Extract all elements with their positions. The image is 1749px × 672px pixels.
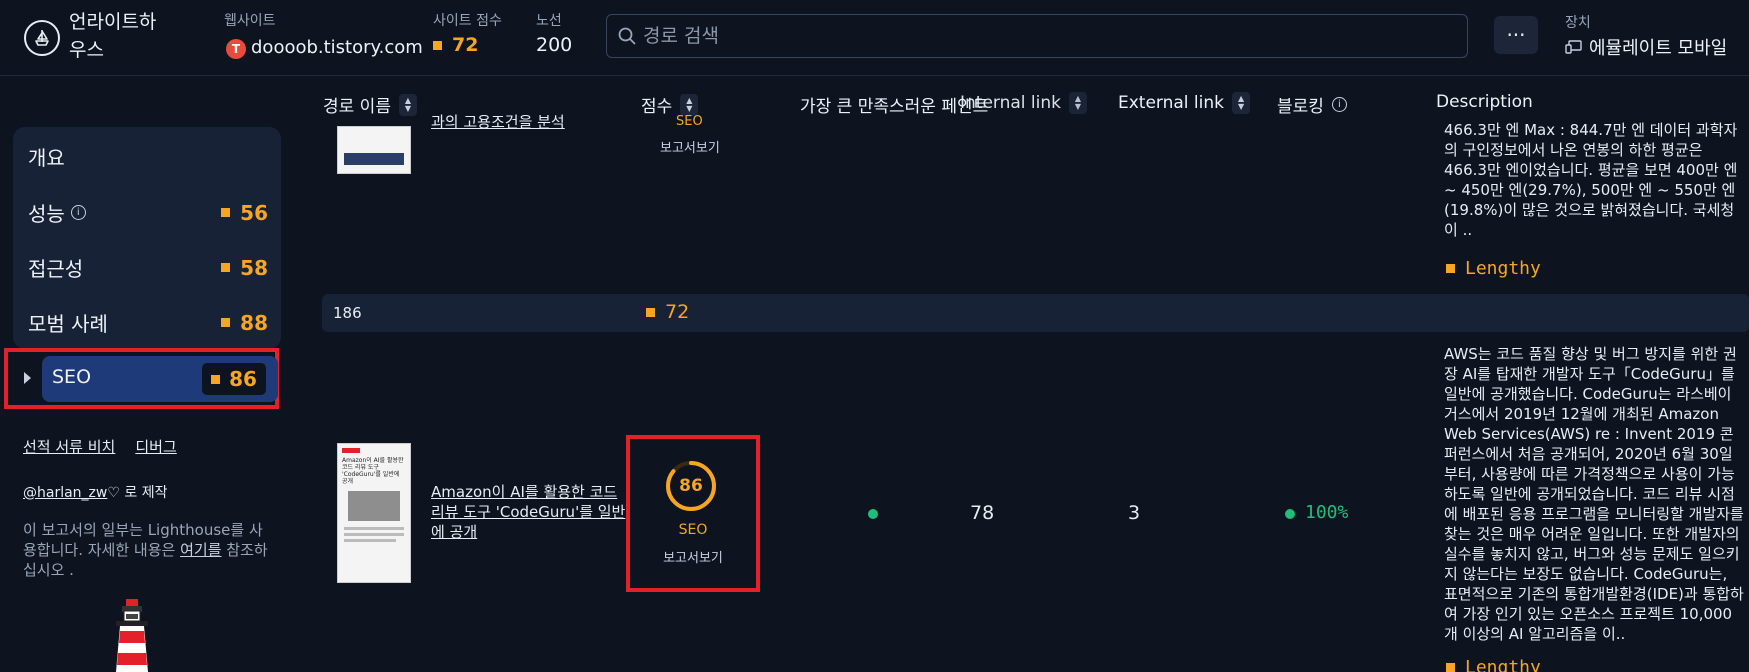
highlight-seo-score [626,435,760,592]
sidebar-item-overview[interactable]: 개요 [28,142,65,171]
row-title-link[interactable]: Amazon이 AI를 활용한 코드 리뷰 도구 'CodeGuru'를 일반에… [431,482,631,542]
seo-score-badge: 86 [202,363,266,395]
site-score-value: 72 [452,34,479,56]
lighthouse-note: 이 보고서의 일부는 Lighthouse를 사용합니다. 자세한 내용은 여기… [23,520,268,580]
caret-right-icon[interactable] [24,372,31,384]
row-description: 466.3만 엔 Max : 844.7만 엔 데이터 과학자의 구인정보에서 … [1444,121,1738,239]
lighthouse-illustration-icon [116,599,148,672]
sidebar-item-best-practices[interactable]: 모범 사례 88 [28,308,268,337]
column-header-label: Internal link [960,93,1061,113]
top-bar: 언라이트하 우스 웹사이트 T doooob.tistory.com 사이트 점… [0,0,1749,76]
routes-label: 노선 [536,13,562,29]
row-score-label: SEO [676,114,703,129]
row-thumbnail[interactable] [337,126,411,174]
device-selector[interactable]: 에뮬레이트 모바일 [1565,34,1727,60]
column-header-label: 점수 [641,97,673,117]
sidebar-item-seo[interactable]: SEO 86 [42,356,278,402]
app-title-line2: 우스 [69,39,104,61]
report-link[interactable]: 보고서보기 [626,547,760,566]
thumbnail-heading: Amazon이 AI를 활용한 코드 리뷰 도구 'CodeGuru'를 일반에… [342,457,404,485]
row-score-label: SEO [678,522,708,538]
score-square-icon [433,40,442,50]
group-count: 186 [333,304,362,322]
link-debug[interactable]: 디버그 [135,436,176,457]
sort-icon[interactable]: ▲ ▼ [1069,92,1087,114]
sidebar-item-accessibility[interactable]: 접근성 58 [28,253,268,282]
sidebar-item-label: 성능 [28,202,65,226]
seo-score-value: 86 [679,476,703,496]
sidebar-item-label: 모범 사례 [28,312,108,336]
column-header-label: External link [1118,93,1225,113]
column-header-internal-link[interactable]: Internal link ▲ ▼ [960,92,1087,114]
sort-icon[interactable]: ▲ ▼ [1232,92,1251,114]
lcp-status-dot [868,509,878,519]
description-badge: Lengthy [1446,258,1541,279]
lighthouse-logo-icon[interactable] [24,20,60,56]
more-button[interactable]: ··· [1494,16,1538,54]
sidebar-item-performance[interactable]: 성능 i 56 [28,198,268,227]
column-header-route-name[interactable]: 경로 이름 ▲ ▼ [323,92,417,117]
site-favicon-icon: T [226,39,246,59]
report-link[interactable]: 보고서보기 [660,137,720,156]
sidebar-item-label: 접근성 [28,257,84,281]
device-value: 에뮬레이트 모바일 [1589,38,1728,59]
site-score: 72 [433,34,478,56]
routes-value: 200 [536,34,573,56]
group-row[interactable]: 186 72 [322,294,1749,332]
author-link[interactable]: @harlan_zw [23,485,107,501]
website-label: 웹사이트 [224,13,276,29]
search-input[interactable] [643,25,1443,47]
internal-link-count: 78 [970,502,995,524]
column-header-external-link[interactable]: External link ▲ ▼ [1118,92,1251,114]
made-by-suffix: 로 제작 [124,485,168,501]
app-title-line1: 언라이트하 [69,11,157,33]
site-score-label: 사이트 점수 [433,13,502,29]
row-title-link[interactable]: 과의 고용조건을 분석 [431,112,631,130]
link-docs[interactable]: 선적 서류 비치 [23,436,115,457]
info-icon[interactable]: i [1331,97,1347,112]
blocking-status-dot [1285,509,1295,519]
column-header-label: 경로 이름 [323,97,391,117]
sort-icon[interactable]: ▲ ▼ [680,93,699,116]
made-by: @harlan_zw♡ 로 제작 [23,482,167,502]
performance-score: 56 [221,201,268,225]
website-value[interactable]: doooob.tistory.com [251,37,423,58]
row-description: AWS는 코드 품질 향상 및 버그 방지를 위한 권장 AI를 탑재한 개발자… [1444,345,1744,643]
column-header-label: Description [1436,92,1533,112]
best-practices-score: 88 [221,311,268,335]
note-link[interactable]: 여기를 [180,541,221,559]
search-box[interactable] [606,14,1468,58]
sort-icon[interactable]: ▲ ▼ [398,93,417,116]
info-icon[interactable]: i [70,205,86,220]
external-link-count: 3 [1128,502,1141,524]
blocking-value: 100% [1305,502,1349,523]
device-icon [1565,40,1582,54]
heart-icon: ♡ [107,485,120,501]
row-thumbnail[interactable]: Amazon이 AI를 활용한 코드 리뷰 도구 'CodeGuru'를 일반에… [337,443,411,583]
accessibility-score: 58 [221,256,268,280]
device-label: 장치 [1565,15,1591,31]
description-badge: Lengthy [1446,657,1541,672]
sidebar-item-label: SEO [52,366,92,388]
column-header-label: 블로킹 [1277,97,1324,117]
sidebar-links: 선적 서류 비치 디버그 [23,436,177,457]
seo-score-value: 86 [229,367,257,391]
group-score: 72 [646,301,689,323]
column-header-description: Description [1436,92,1533,112]
sidebar-item-label: 개요 [28,146,65,170]
search-icon [618,27,636,45]
app-title: 언라이트하 우스 [69,8,179,64]
column-header-blocking[interactable]: 블로킹 i [1277,92,1347,117]
